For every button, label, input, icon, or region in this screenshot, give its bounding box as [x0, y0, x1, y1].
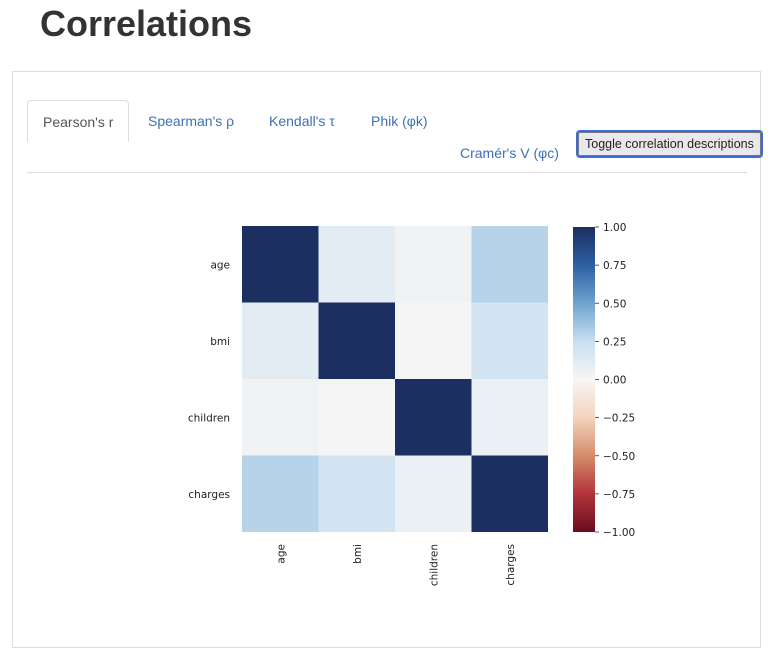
- row-label: bmi: [210, 336, 230, 348]
- colorbar-tick-label: −0.50: [603, 451, 635, 463]
- row-label: children: [188, 412, 230, 424]
- heatmap-cell-bmi-age: [242, 302, 319, 379]
- heatmap-cell-bmi-bmi: [318, 302, 395, 379]
- colorbar-tick-label: −0.25: [603, 413, 635, 425]
- tab-cramers-v[interactable]: Cramér's V (φc): [445, 132, 574, 174]
- colorbar-tick-label: −0.75: [603, 489, 635, 501]
- heatmap-cell-age-bmi: [318, 226, 395, 303]
- heatmap-cell-bmi-charges: [471, 302, 548, 379]
- heatmap-cell-charges-children: [395, 455, 472, 532]
- heatmap-cell-children-bmi: [318, 379, 395, 456]
- colorbar-tick-label: 0.50: [603, 298, 626, 310]
- correlation-tabs: Pearson's r Spearman's ρ Kendall's τ Phi…: [27, 100, 763, 174]
- colorbar-tick-label: 0.25: [603, 336, 626, 348]
- tab-phik[interactable]: Phik (φk): [356, 100, 443, 142]
- colorbar-ticks: 1.00 0.75 0.50 0.25 0.00 −0.25 −0.50 −0.75 −1.00: [595, 222, 635, 539]
- colorbar-tick-label: −1.00: [603, 527, 635, 539]
- col-label: children: [428, 544, 440, 586]
- row-label: charges: [188, 489, 230, 501]
- heatmap-cell-charges-bmi: [318, 455, 395, 532]
- page-title: Correlations: [40, 3, 253, 44]
- col-label: age: [275, 544, 287, 564]
- heatmap-cell-age-age: [242, 226, 319, 303]
- heatmap-cell-age-charges: [471, 226, 548, 303]
- heatmap-cell-bmi-children: [395, 302, 472, 379]
- correlation-heatmap: age bmi children charges age bmi children char…: [188, 222, 635, 586]
- heatmap-cell-children-charges: [471, 379, 548, 456]
- col-label: charges: [505, 544, 517, 586]
- colorbar-tick-label: 0.75: [603, 260, 626, 272]
- heatmap-cell-charges-charges: [471, 455, 548, 532]
- heatmap-cell-children-children: [395, 379, 472, 456]
- col-label: bmi: [352, 544, 364, 564]
- colorbar: [573, 227, 595, 532]
- heatmap-cell-children-age: [242, 379, 319, 456]
- row-label: age: [210, 259, 230, 271]
- heatmap-cell-charges-age: [242, 455, 319, 532]
- toggle-correlation-descriptions-button[interactable]: Toggle correlation descriptions: [576, 130, 763, 158]
- tab-kendall[interactable]: Kendall's τ: [254, 100, 350, 142]
- tab-spearman[interactable]: Spearman's ρ: [133, 100, 249, 142]
- colorbar-tick-label: 1.00: [603, 222, 626, 234]
- colorbar-tick-label: 0.00: [603, 375, 626, 387]
- heatmap-col-labels: age bmi children charges: [275, 544, 517, 586]
- tab-pearson[interactable]: Pearson's r: [27, 100, 130, 142]
- heatmap-cell-age-children: [395, 226, 472, 303]
- heatmap-row-labels: age bmi children charges: [188, 259, 230, 501]
- correlations-panel: Pearson's r Spearman's ρ Kendall's τ Phi…: [12, 71, 763, 648]
- heatmap-cells: [242, 226, 548, 532]
